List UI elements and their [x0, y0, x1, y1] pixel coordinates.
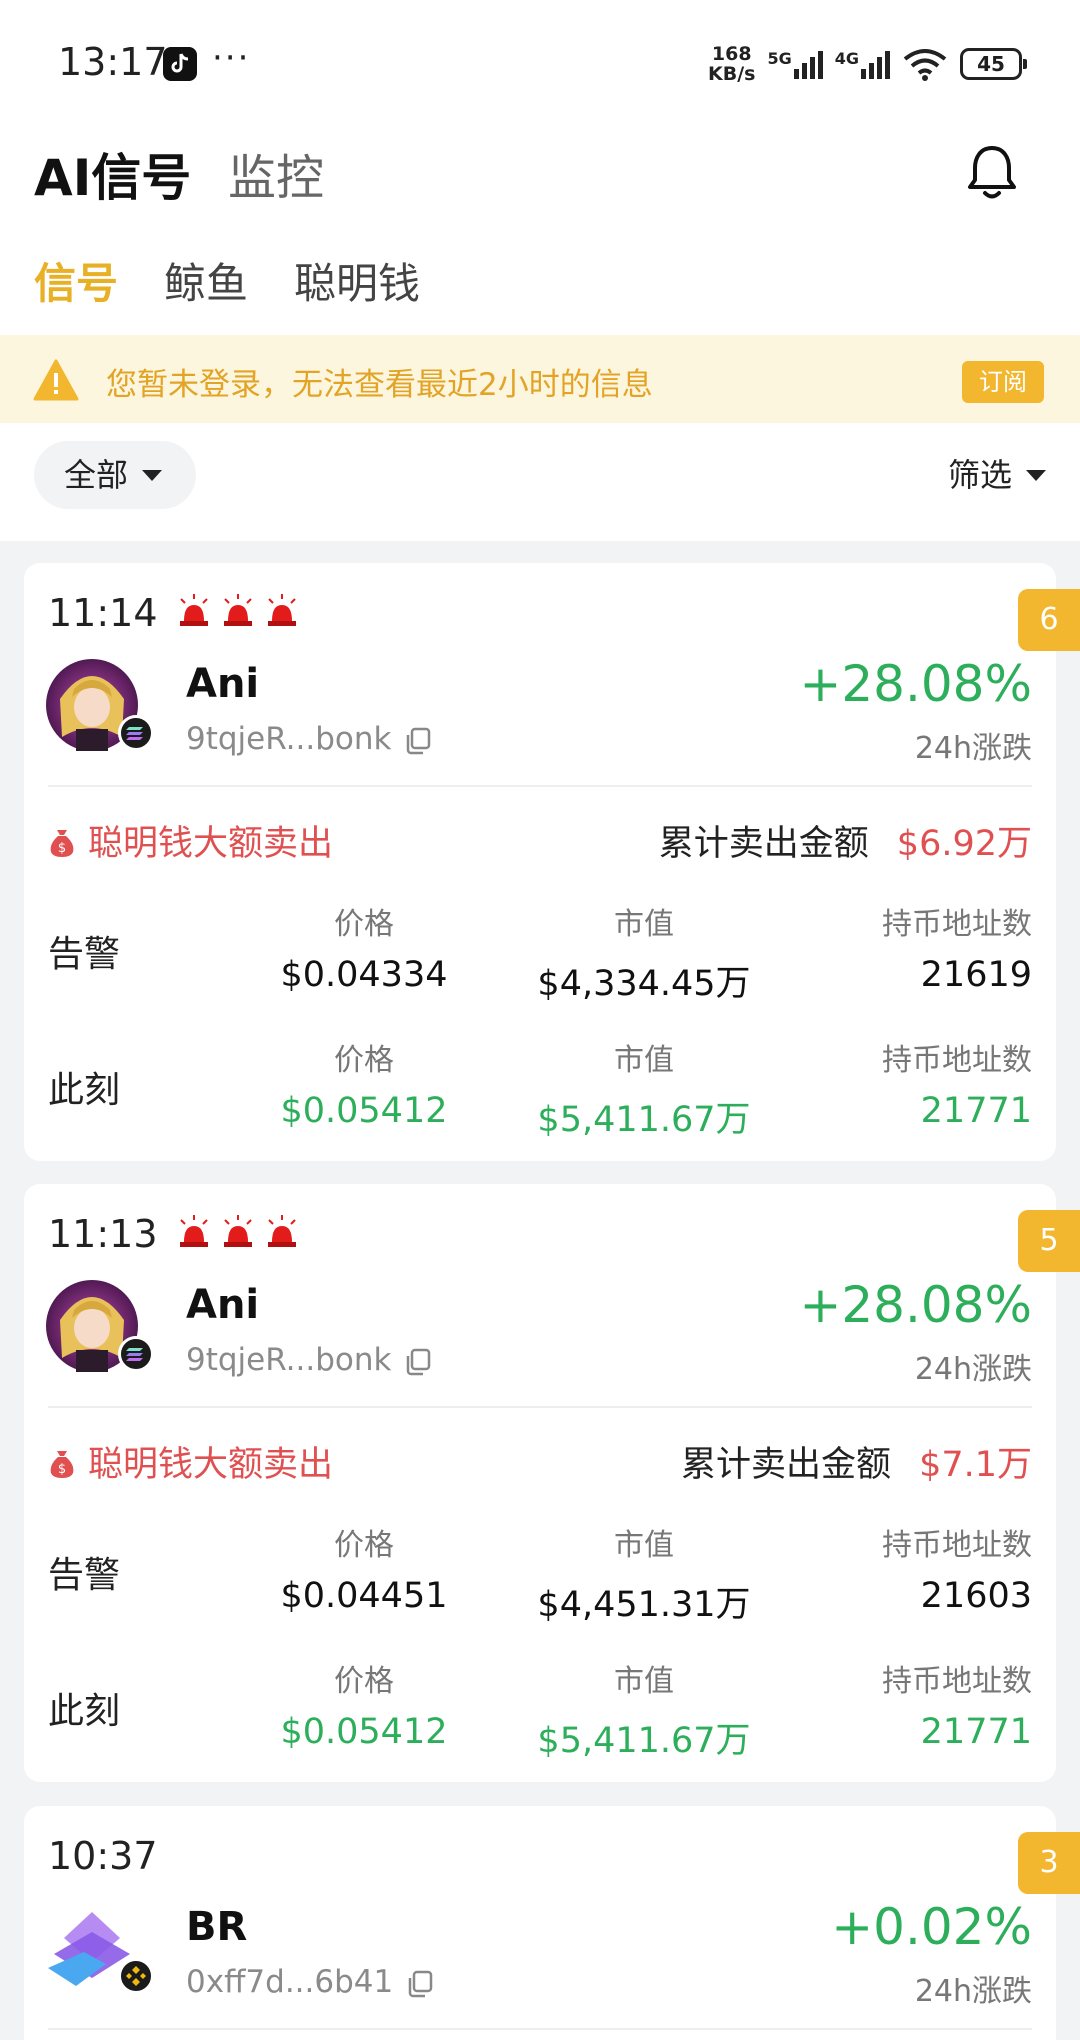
- page-title[interactable]: AI信号: [34, 138, 191, 210]
- tiktok-icon: [163, 47, 197, 81]
- warning-icon: [33, 359, 79, 401]
- alert-market-cap: 市值 $4,451.31万: [537, 1528, 751, 1625]
- count-badge: 5: [1018, 1210, 1080, 1272]
- alert-market-cap: 市值 $4,334.45万: [537, 907, 751, 1004]
- network-speed: 168 KB/s: [708, 43, 756, 85]
- more-notifications-icon: ···: [212, 38, 251, 78]
- divider: [48, 785, 1032, 787]
- tab-signal[interactable]: 信号: [34, 250, 118, 311]
- siren-icon: [180, 594, 208, 626]
- filter-bar: 全部 筛选: [0, 423, 1080, 541]
- caret-down-icon: [142, 469, 163, 481]
- now-row-label: 此刻: [48, 1691, 121, 1732]
- svg-text:$: $: [58, 1462, 66, 1477]
- cumulative-sell: 累计卖出金额 $6.92万: [658, 824, 1032, 864]
- battery-icon: 45: [960, 48, 1027, 80]
- caret-down-icon: [1026, 469, 1046, 481]
- signal-5g-icon: 5G: [767, 49, 823, 79]
- siren-icon: [180, 1215, 208, 1247]
- alert-level: [176, 593, 300, 627]
- token-avatar: [46, 659, 154, 751]
- price-change: +28.08%: [799, 655, 1032, 713]
- solana-chain-icon: [118, 1336, 154, 1372]
- price-change-label: 24h涨跌: [914, 1974, 1032, 2009]
- status-time: 13:17: [58, 40, 168, 84]
- count-badge: 6: [1018, 589, 1080, 651]
- divider: [48, 1406, 1032, 1408]
- alert-price: 价格 $0.04451: [280, 1528, 448, 1616]
- now-market-cap: 市值 $5,411.67万: [537, 1664, 751, 1761]
- money-bag-icon: $: [50, 830, 74, 857]
- now-holders: 持币地址数 21771: [882, 1664, 1032, 1752]
- token-avatar: [46, 1902, 154, 1994]
- divider: [48, 2028, 1032, 2030]
- solana-chain-icon: [118, 715, 154, 751]
- siren-icon: [224, 1215, 252, 1247]
- bell-icon[interactable]: [960, 140, 1024, 204]
- wifi-icon: [903, 49, 947, 81]
- now-row-label: 此刻: [48, 1070, 121, 1111]
- app-header: AI信号 监控 信号 鲸鱼 聪明钱: [0, 110, 1080, 335]
- token-name: Ani: [186, 661, 260, 707]
- banner-text: 您暂未登录，无法查看最近2小时的信息: [106, 367, 653, 403]
- now-price: 价格 $0.05412: [280, 1664, 448, 1752]
- token-address: 9tqjeR...bonk: [186, 721, 431, 757]
- alert-type: $ 聪明钱大额卖出: [48, 1436, 333, 1487]
- copy-icon[interactable]: [405, 727, 431, 755]
- token-avatar: [46, 1280, 154, 1372]
- copy-icon[interactable]: [405, 1348, 431, 1376]
- count-badge: 3: [1018, 1832, 1080, 1894]
- money-bag-icon: $: [50, 1451, 74, 1478]
- alert-row-label: 告警: [48, 934, 121, 975]
- siren-icon: [224, 594, 252, 626]
- alert-holders: 持币地址数 21619: [882, 907, 1032, 995]
- copy-icon[interactable]: [407, 1970, 433, 1998]
- alert-holders: 持币地址数 21603: [882, 1528, 1032, 1616]
- signal-time: 10:37: [48, 1834, 158, 1878]
- signal-card[interactable]: 11:14 6 Ani 9tqjeR...bonk +28.08% 24h涨跌 …: [24, 563, 1080, 1161]
- price-change-label: 24h涨跌: [914, 731, 1032, 766]
- now-holders: 持币地址数 21771: [882, 1043, 1032, 1131]
- siren-icon: [268, 1215, 296, 1247]
- token-address: 9tqjeR...bonk: [186, 1342, 431, 1378]
- login-warning-banner: 您暂未登录，无法查看最近2小时的信息 订阅: [0, 335, 1080, 423]
- now-market-cap: 市值 $5,411.67万: [537, 1043, 751, 1140]
- subscribe-button[interactable]: 订阅: [962, 361, 1044, 403]
- price-change: +28.08%: [799, 1276, 1032, 1334]
- alert-type: $ 聪明钱大额卖出: [48, 815, 333, 866]
- alert-level: [176, 1214, 300, 1248]
- tab-smart-money[interactable]: 聪明钱: [294, 250, 420, 311]
- tab-whale[interactable]: 鲸鱼: [164, 250, 248, 311]
- token-address: 0xff7d...6b41: [186, 1964, 433, 2000]
- cumulative-sell: 累计卖出金额 $7.1万: [681, 1445, 1032, 1485]
- price-change: +0.02%: [831, 1898, 1032, 1956]
- siren-icon: [268, 594, 296, 626]
- signal-time: 11:14: [48, 591, 158, 635]
- alert-row-label: 告警: [48, 1555, 121, 1596]
- signal-4g-icon: 4G: [835, 49, 890, 79]
- signal-card[interactable]: 11:13 5 Ani 9tqjeR...bonk +28.08% 24h涨跌 …: [24, 1184, 1080, 1782]
- signal-card[interactable]: 10:37 3 BR 0xff7d...6b41 +0.02% 24h涨跌: [24, 1806, 1080, 2040]
- scope-dropdown[interactable]: 全部: [34, 441, 196, 509]
- price-change-label: 24h涨跌: [914, 1352, 1032, 1387]
- signal-time: 11:13: [48, 1212, 158, 1256]
- tab-bar: 信号 鲸鱼 聪明钱: [34, 250, 420, 311]
- monitor-tab[interactable]: 监控: [228, 138, 324, 208]
- filter-dropdown[interactable]: 筛选: [948, 441, 1046, 509]
- token-name: Ani: [186, 1282, 260, 1328]
- token-name: BR: [186, 1904, 248, 1950]
- alert-price: 价格 $0.04334: [280, 907, 448, 995]
- status-bar: 13:17 ··· 168 KB/s 5G 4G 45: [0, 0, 1080, 110]
- now-price: 价格 $0.05412: [280, 1043, 448, 1131]
- svg-text:$: $: [58, 841, 66, 856]
- bnb-chain-icon: [118, 1958, 154, 1994]
